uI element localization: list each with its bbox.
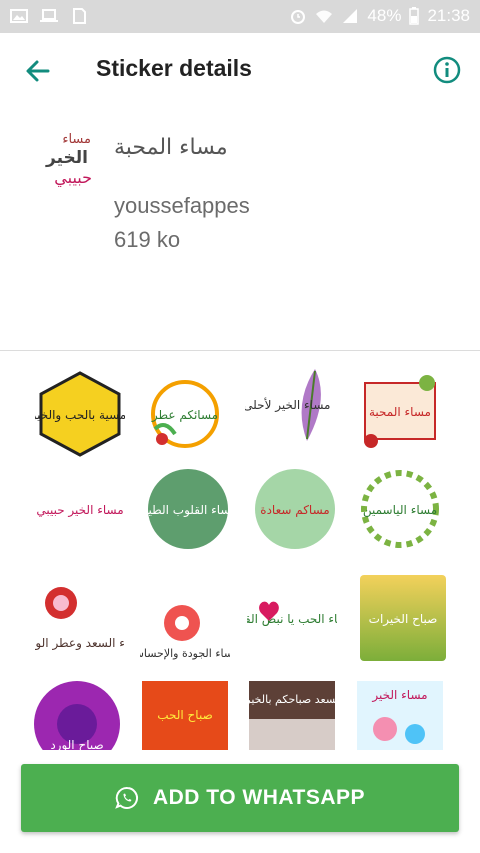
sticker-item[interactable]: صباح الورد [32, 679, 122, 751]
alarm-icon [291, 10, 306, 24]
pack-size: 619 ko [114, 227, 181, 252]
status-bar: 48% 21:38 [0, 0, 480, 33]
battery-percent: 48% [367, 6, 402, 25]
sticker-item[interactable]: مساء المحبة [355, 369, 445, 459]
signal-icon [343, 9, 358, 23]
sticker-grid: أمسية بالحب والخير مسائكم عطر مساء الخير… [0, 351, 480, 751]
sticker-item[interactable]: أمسية بالحب والخير [29, 369, 130, 459]
pack-name: مساء المحبة [114, 135, 228, 160]
sticker-item[interactable]: مساء القلوب الطيبة [138, 464, 238, 554]
page-title: Sticker details [96, 55, 252, 81]
back-arrow-icon[interactable] [22, 55, 54, 87]
add-to-whatsapp-button[interactable]: ADD TO WHATSAPP [21, 764, 459, 832]
sticker-text: مسائكم عطر [151, 408, 218, 423]
whatsapp-icon [115, 786, 138, 809]
sticker-item[interactable]: يسعد صباحكم بالخير [244, 679, 339, 751]
image-icon [10, 9, 28, 23]
app-bar: Sticker details [0, 33, 480, 108]
sticker-item[interactable]: صباح الحب [140, 679, 230, 751]
sticker-text: مساء الجودة والإحساس [140, 647, 230, 660]
pack-tray-icon: مساء الخير حبيبي [36, 125, 96, 189]
sticker-text: مساء الخير حبيبي [36, 503, 123, 518]
sticker-text: يسعد صباحكم بالخير [247, 693, 337, 706]
sticker-item[interactable]: مساء الخير حبيبي [35, 464, 125, 554]
sticker-item[interactable]: مساء الحب يا نبض القلب [229, 573, 355, 663]
laptop-icon [40, 9, 58, 22]
sticker-item[interactable]: مساء الياسمين [355, 464, 445, 554]
sticker-item[interactable]: مساء الخير [355, 679, 445, 751]
sticker-text: صباح الحب [157, 708, 213, 722]
pack-publisher: youssefappes [114, 193, 250, 218]
sticker-text: مساء القلوب الطيبة [143, 503, 233, 518]
add-to-whatsapp-label: ADD TO WHATSAPP [152, 786, 366, 809]
info-icon[interactable] [432, 55, 462, 85]
sticker-item[interactable]: مسائكم عطر [140, 369, 230, 459]
sticker-item[interactable]: مساء الخير لأحلى طير [219, 359, 335, 449]
sticker-text: مساء الخير لأحلى طير [245, 397, 330, 413]
sticker-text: صباح الخيرات [369, 612, 438, 627]
wifi-icon [316, 10, 333, 23]
sticker-item[interactable]: مساكم سعادة [250, 464, 340, 554]
sticker-text: أمسية بالحب والخير [35, 407, 125, 423]
clock: 21:38 [427, 6, 470, 25]
sticker-text: مساء الخير [371, 688, 427, 703]
sticker-text: مساء المحبة [369, 405, 431, 419]
sticker-item[interactable]: صباح الخيرات [358, 573, 448, 663]
sticker-text: مساء الحب يا نبض القلب [247, 612, 337, 627]
sticker-text: مساكم سعادة [260, 503, 329, 517]
status-system: 48% 21:38 [289, 6, 470, 26]
svg-text:حبيبي: حبيبي [54, 168, 92, 188]
sticker-text: مساء الياسمين [363, 503, 437, 518]
status-notifications [10, 8, 88, 24]
svg-text:الخير: الخير [45, 148, 88, 168]
sd-card-icon [73, 8, 86, 24]
sticker-item[interactable]: مساء الجودة والإحساس [130, 573, 240, 663]
battery-icon [409, 7, 420, 25]
sticker-item[interactable]: مساء السعد وعطر الورد [24, 573, 146, 663]
sticker-text: مساء السعد وعطر الورد [35, 636, 125, 651]
svg-text:مساء: مساء [62, 132, 91, 147]
